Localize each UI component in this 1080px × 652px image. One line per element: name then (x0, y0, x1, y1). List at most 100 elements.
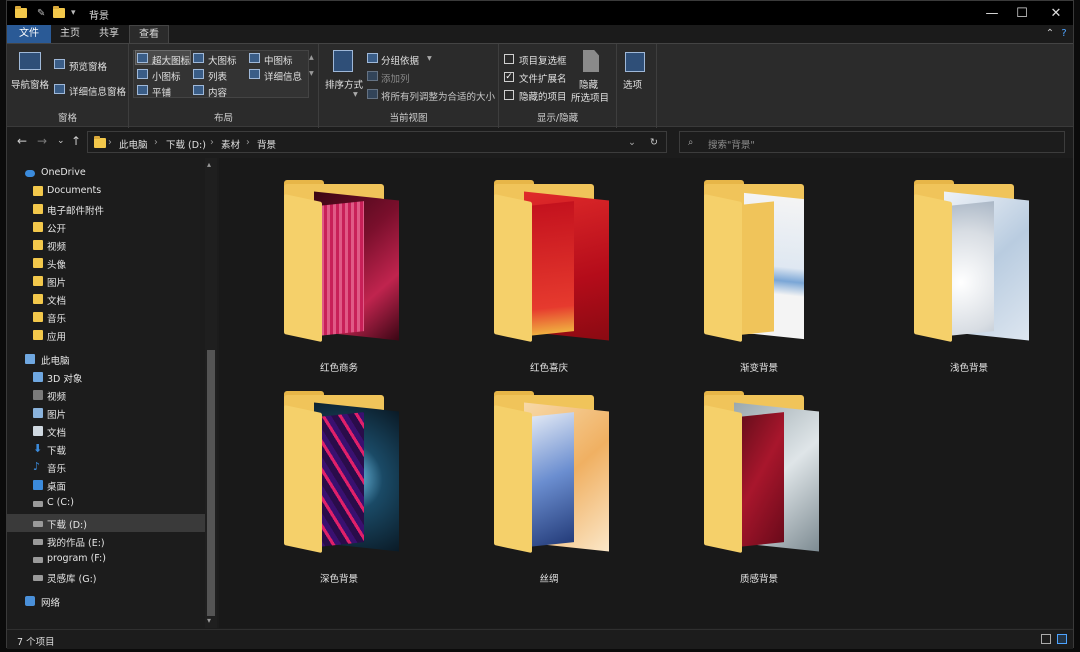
add-column-button[interactable]: 添加列 (381, 71, 410, 85)
folder-icon (33, 294, 43, 304)
scroll-down-icon[interactable]: ▾ (207, 616, 211, 625)
scroll-up-icon[interactable]: ▴ (207, 160, 211, 169)
item-checkboxes-checkbox[interactable] (504, 54, 514, 64)
drive-icon (33, 501, 43, 507)
preview-pane-button[interactable]: 预览窗格 (69, 59, 107, 73)
sort-by-dropdown-icon[interactable]: ▾ (353, 89, 358, 100)
hidden-items-checkbox[interactable] (504, 90, 514, 100)
folder-front-shape (284, 405, 322, 554)
sidebar-item-folder[interactable]: 电子邮件附件 (7, 200, 205, 218)
breadcrumb-download-d[interactable]: 下载 (D:) (166, 137, 206, 151)
sidebar-item-desktop[interactable]: 桌面 (7, 476, 205, 494)
gallery-scroll-up-icon[interactable]: ▴ (309, 52, 314, 63)
scrollbar-thumb[interactable] (207, 350, 215, 616)
tab-home[interactable]: 主页 (51, 25, 89, 43)
sidebar-item-folder[interactable]: 文档 (7, 290, 205, 308)
maximize-button[interactable]: ☐ (1005, 1, 1039, 25)
sidebar-item-folder[interactable]: 公开 (7, 218, 205, 236)
sidebar-item-drive-d[interactable]: 下载 (D:) (7, 514, 205, 532)
sidebar-item-folder[interactable]: 图片 (7, 272, 205, 290)
details-view-icon[interactable] (1041, 634, 1051, 644)
sidebar-item-folder[interactable]: 视频 (7, 236, 205, 254)
close-button[interactable]: ✕ (1039, 1, 1073, 25)
breadcrumb-this-pc[interactable]: 此电脑 (119, 137, 148, 151)
chevron-right-icon[interactable]: › (154, 137, 158, 148)
sidebar-item-drive-f[interactable]: program (F:) (7, 550, 205, 568)
tiles-option[interactable]: 平铺 (152, 85, 171, 99)
address-field[interactable]: › 此电脑 › 下载 (D:) › 素材 › 背景 ⌄ ↻ (87, 131, 667, 153)
sidebar-item-drive-c[interactable]: C (C:) (7, 494, 205, 512)
help-icon[interactable]: ? (1057, 25, 1071, 43)
sidebar-item-drive-e[interactable]: 我的作品 (E:) (7, 532, 205, 550)
forward-arrow-icon[interactable]: → (37, 134, 47, 148)
group-by-button[interactable]: 分组依据 (381, 53, 419, 67)
folder-tile[interactable]: 浅色背景 (879, 180, 1059, 384)
up-arrow-icon[interactable]: ↑ (71, 134, 81, 148)
chevron-right-icon[interactable]: › (210, 137, 214, 148)
sidebar-item-drive-g[interactable]: 灵感库 (G:) (7, 568, 205, 586)
sidebar-item-3d-objects[interactable]: 3D 对象 (7, 368, 205, 386)
sidebar-item-folder[interactable]: 音乐 (7, 308, 205, 326)
recent-locations-icon[interactable]: ⌄ (57, 136, 65, 146)
collapse-ribbon-icon[interactable]: ⌃ (1043, 25, 1057, 43)
new-folder-icon[interactable] (53, 6, 65, 20)
quick-access-dropdown-icon[interactable]: ▾ (71, 6, 76, 20)
sidebar-item-onedrive[interactable]: OneDrive (7, 164, 205, 182)
refresh-icon[interactable]: ↻ (650, 137, 658, 148)
folder-front-shape (704, 194, 742, 343)
sidebar-item-videos[interactable]: 视频 (7, 386, 205, 404)
tab-view[interactable]: 查看 (129, 25, 169, 43)
breadcrumb-current[interactable]: 背景 (257, 137, 276, 151)
sidebar-item-folder[interactable]: 应用 (7, 326, 205, 344)
folder-tile[interactable]: 红色商务 (249, 180, 429, 384)
navigation-pane-button[interactable]: 导航窗格 (11, 77, 49, 91)
large-icons-view-icon[interactable] (1057, 634, 1067, 644)
list-icon (193, 69, 204, 79)
small-icons-option[interactable]: 小图标 (152, 69, 181, 83)
sidebar-item-network[interactable]: 网络 (7, 592, 205, 610)
file-extensions-checkbox[interactable]: ✓ (504, 72, 514, 82)
group-by-dropdown-icon[interactable]: ▾ (427, 53, 432, 64)
drive-icon (33, 521, 43, 527)
folder-tile[interactable]: 渐变背景 (669, 180, 849, 384)
content-option[interactable]: 内容 (208, 85, 227, 99)
address-dropdown-icon[interactable]: ⌄ (628, 137, 636, 148)
list-option[interactable]: 列表 (208, 69, 227, 83)
sidebar-item-documents[interactable]: 文档 (7, 422, 205, 440)
sidebar-item-music[interactable]: ♪ 音乐 (7, 458, 205, 476)
details-pane-button[interactable]: 详细信息窗格 (69, 84, 126, 98)
xl-icons-option[interactable]: 超大图标 (152, 53, 190, 67)
sidebar-scrollbar[interactable]: ▴ ▾ (205, 158, 217, 628)
details-option[interactable]: 详细信息 (264, 69, 302, 83)
large-icons-option[interactable]: 大图标 (208, 53, 237, 67)
sidebar-item-pictures[interactable]: 图片 (7, 404, 205, 422)
folder-tile[interactable]: 深色背景 (249, 391, 429, 595)
gallery-scroll-down-icon[interactable]: ▾ (309, 68, 314, 79)
folder-tile[interactable]: 红色喜庆 (459, 180, 639, 384)
folder-icon (33, 240, 43, 250)
panes-group-label: 窗格 (57, 113, 77, 124)
back-arrow-icon[interactable]: ← (17, 134, 27, 148)
chevron-right-icon[interactable]: › (108, 137, 112, 148)
folder-tile[interactable]: 质感背景 (669, 391, 849, 595)
sidebar-item-folder[interactable]: Documents (7, 182, 205, 200)
chevron-right-icon[interactable]: › (246, 137, 250, 148)
sidebar-item-downloads[interactable]: ⬇ 下载 (7, 440, 205, 458)
desktop-icon (33, 480, 43, 490)
fit-columns-button[interactable]: 将所有列调整为合适的大小 (381, 89, 495, 103)
options-button[interactable]: 选项 (623, 77, 642, 91)
folder-front-shape (494, 405, 532, 554)
preview-pane-icon (54, 59, 65, 69)
minimize-button[interactable]: — (975, 1, 1009, 25)
search-box[interactable]: ⌕ 搜索"背景" (679, 131, 1065, 153)
xl-icons-icon (137, 53, 148, 63)
properties-icon[interactable]: ✎ (37, 6, 45, 20)
hide-selected-button[interactable]: 隐藏 (579, 77, 598, 91)
medium-icons-option[interactable]: 中图标 (264, 53, 293, 67)
breadcrumb-sucai[interactable]: 素材 (221, 137, 240, 151)
sidebar-item-folder[interactable]: 头像 (7, 254, 205, 272)
folder-tile[interactable]: 丝绸 (459, 391, 639, 595)
sidebar-item-this-pc[interactable]: 此电脑 (7, 350, 205, 368)
tab-file[interactable]: 文件 (7, 25, 51, 43)
tab-share[interactable]: 共享 (89, 25, 129, 43)
